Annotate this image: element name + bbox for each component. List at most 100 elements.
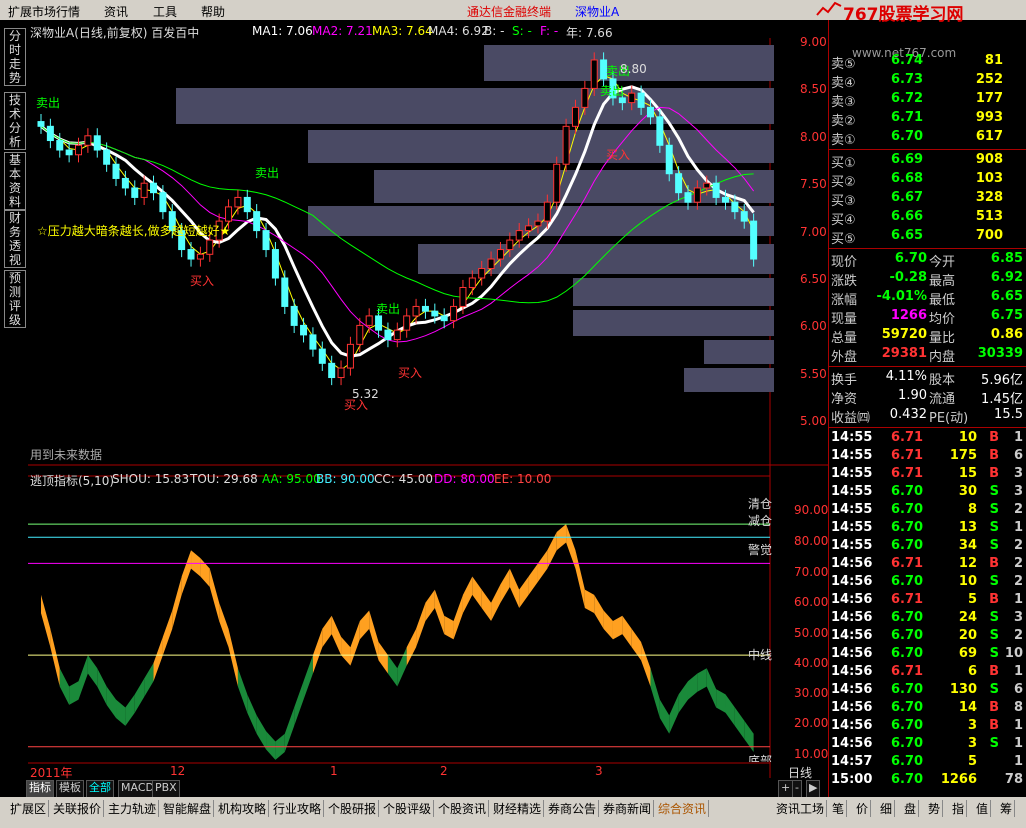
candle-body — [553, 163, 561, 203]
trade-side: S — [989, 610, 999, 625]
indicator-band — [322, 615, 332, 648]
footer-right-tab[interactable]: 细 — [878, 800, 896, 817]
indicator-band — [200, 558, 210, 587]
tab-intraday[interactable]: 分时走势 — [4, 28, 26, 86]
ask-price: 6.72 — [891, 91, 924, 106]
candle-body — [562, 125, 570, 165]
level-clear: 清仓 — [748, 497, 773, 511]
stat-label: PE(动) — [929, 411, 969, 426]
indicator-band — [247, 694, 257, 734]
trade-count: 1 — [1013, 736, 1023, 751]
candle-body — [103, 149, 111, 165]
price-tick: 5.00 — [800, 414, 827, 428]
trade-time: 14:56 — [831, 556, 873, 571]
indicator-band — [603, 610, 613, 640]
indicator-band — [59, 668, 70, 705]
indicator-band — [106, 686, 117, 718]
footer-right-tab[interactable]: 筹 — [998, 800, 1016, 817]
candle-body — [487, 258, 495, 270]
stat-label: 最低 — [929, 293, 956, 308]
tab-finance[interactable]: 财务透视 — [4, 210, 26, 268]
add-button[interactable]: + — [778, 780, 794, 798]
footer-right-tab[interactable]: 指 — [950, 800, 968, 817]
x-tick: 1 — [330, 764, 338, 778]
trade-row: 14:55 6.71 10 B 1 — [829, 430, 1026, 448]
stock-name-title: 深物业A — [575, 5, 620, 19]
footer-tab[interactable]: 券商新闻 — [601, 800, 655, 817]
indicator-band — [69, 681, 79, 705]
ask-volume: 617 — [975, 129, 1003, 144]
menu-item-market[interactable]: 扩展市场行情 — [8, 3, 80, 20]
footer-tab[interactable]: 扩展区 — [8, 800, 50, 817]
trade-side: B — [989, 718, 999, 733]
footer-tab[interactable]: 综合资讯 — [656, 800, 710, 817]
footer-right-tab[interactable]: 价 — [854, 800, 872, 817]
price-tick: 8.50 — [800, 82, 827, 96]
tab-indicator[interactable]: 指标 — [26, 780, 54, 798]
period-label: 日线 — [788, 766, 813, 780]
candle-body — [571, 106, 579, 127]
indicator-band — [162, 610, 173, 656]
candle-body — [515, 230, 523, 241]
trade-time: 14:56 — [831, 628, 873, 643]
trade-price: 6.70 — [891, 772, 924, 787]
tab-pbx[interactable]: PBX — [152, 780, 180, 798]
footer-tab[interactable]: 主力轨迹 — [106, 800, 160, 817]
candle-body — [431, 310, 439, 317]
stat-value: 5.96亿 — [981, 373, 1023, 388]
chart-area[interactable] — [28, 38, 828, 782]
indicator-band — [134, 678, 145, 713]
footer-tab[interactable]: 个股资讯 — [436, 800, 490, 817]
indicator-band — [425, 589, 435, 622]
candle-body — [665, 144, 673, 175]
candle-body — [440, 315, 448, 322]
candle-body — [740, 211, 748, 222]
menu-item-tools[interactable]: 工具 — [153, 3, 177, 20]
footer-tab[interactable]: 财经精选 — [491, 800, 545, 817]
tab-template[interactable]: 模板 — [56, 780, 84, 798]
menu-item-news[interactable]: 资讯 — [104, 3, 128, 20]
candle-body — [56, 140, 64, 151]
divider — [829, 149, 1026, 150]
footer-tab[interactable]: 个股评级 — [381, 800, 435, 817]
trade-side: B — [989, 430, 999, 445]
stat-label: 现量 — [831, 312, 858, 327]
footer-right-tab[interactable]: 势 — [926, 800, 944, 817]
tab-technical[interactable]: 技术分析 — [4, 92, 26, 150]
stat-label: 外盘 — [831, 350, 858, 365]
footer-tab[interactable]: 资讯工场 — [774, 800, 828, 817]
trade-row: 14:56 6.70 10 S 2 — [829, 574, 1026, 592]
footer-tab[interactable]: 机构攻略 — [216, 800, 270, 817]
ask-volume: 81 — [984, 53, 1003, 68]
tab-all[interactable]: 全部 — [86, 780, 114, 798]
price-tick: 6.00 — [800, 319, 827, 333]
trade-side: B — [989, 448, 999, 463]
candle-body — [365, 315, 373, 326]
bid-price: 6.69 — [891, 152, 924, 167]
scroll-right-button[interactable]: ▶ — [806, 780, 821, 798]
trade-price: 6.70 — [891, 610, 924, 625]
footer-right-tab[interactable]: 值 — [974, 800, 992, 817]
footer-tab[interactable]: 关联报价 — [51, 800, 105, 817]
candle-body — [206, 239, 214, 255]
candle-body — [196, 253, 204, 260]
remove-button[interactable]: - — [792, 780, 802, 798]
footer-right-tab[interactable]: 笔 — [830, 800, 848, 817]
indicator-band — [491, 584, 501, 622]
indicator-band — [594, 594, 604, 629]
indicator-band — [41, 594, 51, 648]
footer-tab[interactable]: 智能解盘 — [161, 800, 215, 817]
level-reduce: 减仓 — [748, 514, 773, 528]
footer-tab[interactable]: 行业攻略 — [271, 800, 325, 817]
pressure-bar — [573, 310, 774, 336]
stat-label: 今开 — [929, 255, 956, 270]
tab-forecast[interactable]: 预测评级 — [4, 270, 26, 328]
indicator-area — [41, 524, 754, 760]
tab-fundamentals[interactable]: 基本资料 — [4, 152, 26, 210]
footer-tab[interactable]: 个股研报 — [326, 800, 380, 817]
menu-item-help[interactable]: 帮助 — [201, 3, 225, 20]
footer-tab[interactable]: 券商公告 — [546, 800, 600, 817]
menu-bar: 扩展市场行情 资讯 工具 帮助 通达信金融终端 深物业A 767股票学习网 — [0, 0, 1026, 25]
indicator-band — [78, 655, 88, 700]
footer-right-tab[interactable]: 盘 — [902, 800, 920, 817]
